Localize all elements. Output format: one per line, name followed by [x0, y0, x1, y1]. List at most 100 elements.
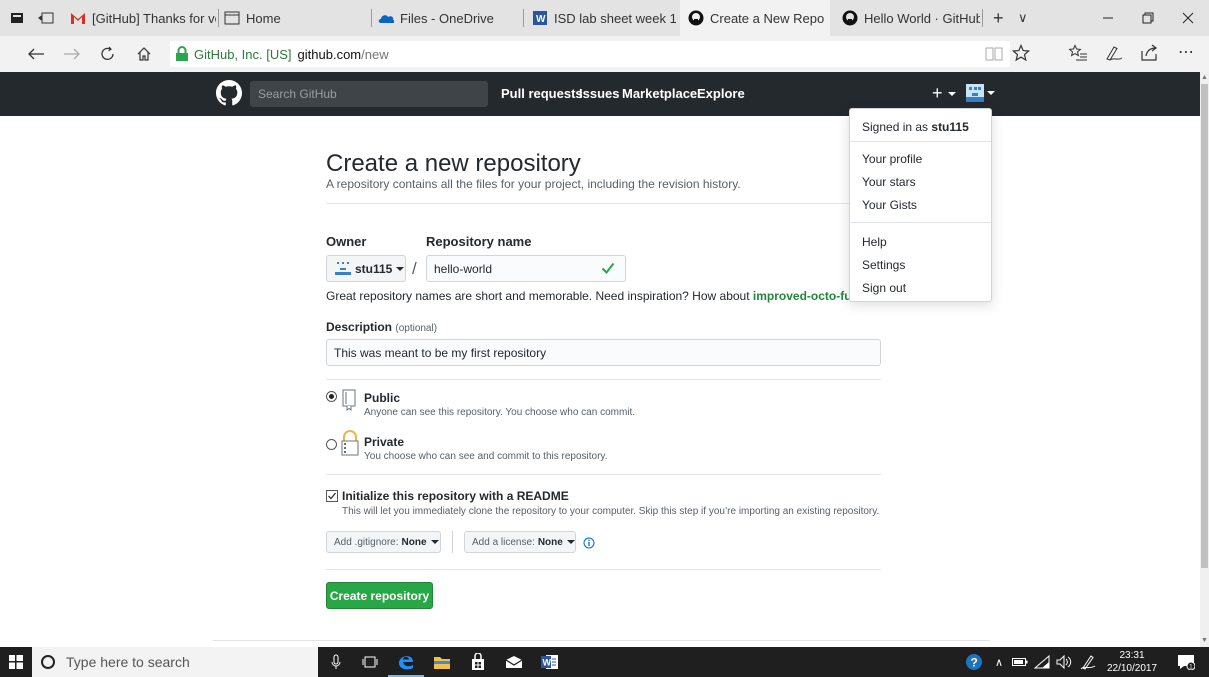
menu-sign-out[interactable]: Sign out [862, 281, 906, 295]
license-prefix: Add a license: [472, 536, 535, 548]
owner-avatar [335, 261, 351, 276]
private-lock-icon [340, 430, 360, 456]
edge-browser-icon[interactable] [388, 647, 424, 677]
menu-settings[interactable]: Settings [862, 258, 905, 272]
tab-onedrive[interactable]: Files - OneDrive [374, 0, 514, 36]
github-icon [688, 10, 704, 26]
private-label[interactable]: Private [364, 435, 404, 449]
pen-workspace-icon[interactable] [1078, 647, 1098, 677]
browser-tab-strip: [GitHub] Thanks for ver Home Files - One… [0, 0, 1209, 36]
private-radio[interactable] [326, 439, 337, 450]
license-select[interactable]: Add a license: None [464, 531, 576, 553]
description-input[interactable]: This was meant to be my first repository [326, 339, 881, 366]
task-view-icon[interactable] [352, 647, 388, 677]
menu-your-profile[interactable]: Your profile [862, 152, 922, 166]
scroll-down-arrow-icon[interactable]: ▼ [1201, 637, 1208, 644]
gitignore-select[interactable]: Add .gitignore: None [326, 531, 441, 553]
file-explorer-icon[interactable] [424, 647, 460, 677]
tab-label: Home [246, 10, 281, 26]
public-radio[interactable] [326, 391, 337, 402]
reading-view-icon[interactable] [985, 46, 1003, 62]
github-icon [842, 10, 858, 26]
tab-hello-world[interactable]: Hello World · GitHub Gi [834, 0, 980, 36]
clock-time: 23:31 [1119, 650, 1145, 661]
store-icon[interactable] [460, 647, 496, 677]
minimize-window-button[interactable] [1088, 0, 1128, 36]
divider [452, 531, 453, 553]
public-description: Anyone can see this repository. You choo… [364, 407, 636, 418]
tab-home[interactable]: Home [220, 0, 370, 36]
description-label-text: Description [326, 320, 393, 334]
scrollbar-thumb[interactable] [1201, 84, 1208, 568]
readme-description: This will let you immediately clone the … [342, 506, 880, 517]
divider [326, 474, 881, 475]
nav-issues[interactable]: Issues [579, 86, 619, 101]
avatar [966, 84, 984, 102]
create-repository-button[interactable]: Create repository [326, 582, 433, 609]
gitignore-value: None [401, 536, 427, 548]
tab-word-doc[interactable]: W ISD lab sheet week 1.dc [528, 0, 676, 36]
clock-date: 22/10/2017 [1106, 663, 1158, 674]
url-field[interactable]: GitHub, Inc. [US] github.com/new [170, 41, 1010, 67]
battery-icon[interactable] [1010, 647, 1030, 677]
nav-marketplace[interactable]: Marketplace [622, 86, 697, 101]
site-identity[interactable]: GitHub, Inc. [US] [194, 47, 292, 62]
microphone-icon[interactable] [318, 647, 354, 677]
forward-arrow-icon[interactable] [54, 36, 90, 72]
divider [326, 569, 881, 570]
mail-icon[interactable] [496, 647, 532, 677]
info-icon[interactable] [583, 537, 595, 549]
nav-pull-requests[interactable]: Pull requests [501, 86, 583, 101]
user-avatar-menu[interactable] [966, 84, 995, 102]
taskbar-search-box[interactable]: Type here to search [32, 647, 318, 677]
github-logo-icon[interactable] [216, 80, 242, 106]
signed-in-username: stu115 [931, 120, 969, 134]
windows-start-icon[interactable] [0, 647, 32, 677]
menu-your-gists[interactable]: Your Gists [862, 198, 917, 212]
restore-window-button[interactable] [1128, 0, 1168, 36]
show-hidden-icons-chevron-icon[interactable]: ∧ [990, 647, 1008, 677]
wifi-icon[interactable] [1032, 647, 1052, 677]
public-repo-icon [342, 389, 358, 411]
set-tabs-aside-icon[interactable] [38, 11, 54, 25]
nav-explore[interactable]: Explore [697, 86, 745, 101]
system-clock[interactable]: 23:31 22/10/2017 [1102, 649, 1162, 675]
chevron-down-icon [396, 266, 405, 271]
tab-create-repo[interactable]: Create a New Repo × [680, 0, 830, 36]
readme-checkbox[interactable] [326, 490, 338, 502]
scroll-up-arrow-icon[interactable]: ▲ [1201, 74, 1208, 81]
divider [850, 141, 991, 142]
create-new-dropdown[interactable]: + [932, 83, 956, 104]
menu-help[interactable]: Help [862, 235, 887, 249]
tab-preview-chevron-icon[interactable]: ∨ [1018, 10, 1028, 26]
owner-select[interactable]: stu115 [326, 255, 406, 282]
action-center-notification-icon[interactable]: 1 [1170, 647, 1202, 677]
volume-icon[interactable] [1054, 647, 1074, 677]
user-dropdown-menu: Signed in as stu115 Your profile Your st… [849, 108, 992, 302]
help-tray-icon[interactable]: ? [960, 647, 988, 677]
public-label[interactable]: Public [364, 391, 400, 405]
repository-name-input[interactable]: hello-world [426, 255, 626, 282]
tab-label: Create a New Repo [710, 10, 825, 26]
svg-text:W: W [536, 14, 546, 25]
home-icon[interactable] [126, 36, 162, 72]
favorite-star-icon[interactable] [1012, 44, 1030, 62]
more-options-icon[interactable]: ⋯ [1178, 42, 1195, 62]
word-app-icon[interactable]: W [532, 647, 568, 677]
taskbar-search-placeholder: Type here to search [66, 654, 190, 670]
share-icon[interactable] [1140, 44, 1158, 62]
new-tab-button[interactable]: + [993, 8, 1004, 29]
optional-hint: (optional) [395, 323, 438, 334]
web-note-pen-icon[interactable] [1104, 44, 1124, 62]
refresh-icon[interactable] [90, 36, 126, 72]
favorites-hub-icon[interactable] [1068, 44, 1088, 62]
repo-name-label: Repository name [426, 234, 532, 249]
back-arrow-icon[interactable] [18, 36, 54, 72]
menu-your-stars[interactable]: Your stars [862, 175, 916, 189]
owner-value: stu115 [355, 261, 393, 276]
tab-actions-icon[interactable] [10, 11, 24, 25]
tab-gmail[interactable]: [GitHub] Thanks for ver [64, 0, 216, 36]
readme-label[interactable]: Initialize this repository with a README [342, 489, 569, 503]
github-search-input[interactable] [250, 81, 488, 107]
close-window-button[interactable] [1168, 0, 1208, 36]
